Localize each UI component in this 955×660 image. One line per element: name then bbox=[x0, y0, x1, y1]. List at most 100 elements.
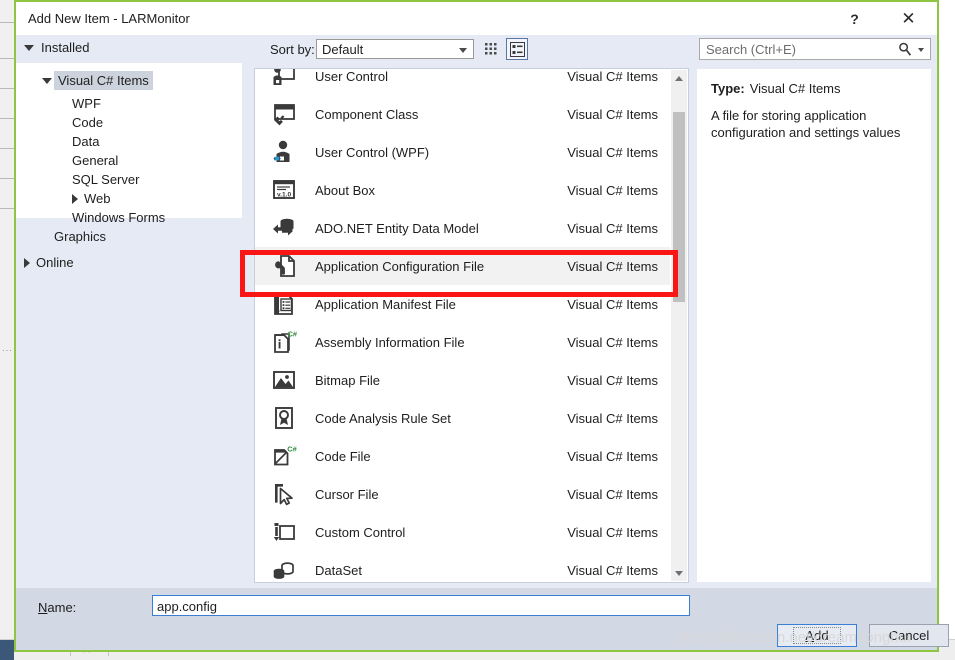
search-input[interactable]: Search (Ctrl+E) bbox=[699, 38, 931, 60]
tree-item-sql-server[interactable]: SQL Server bbox=[72, 170, 139, 189]
scroll-down-button[interactable] bbox=[671, 565, 687, 581]
tree-item-wpf[interactable]: WPF bbox=[72, 94, 101, 113]
chevron-down-icon bbox=[459, 48, 467, 53]
bitmap-file-icon bbox=[269, 365, 299, 395]
name-label: Name: bbox=[38, 600, 76, 615]
list-view-button[interactable] bbox=[506, 38, 528, 60]
chevron-right-icon[interactable] bbox=[72, 194, 78, 204]
template-name: User Control bbox=[315, 69, 567, 84]
tree-item-label: Data bbox=[72, 132, 99, 151]
template-list-item[interactable]: Code Analysis Rule SetVisual C# Items bbox=[255, 399, 670, 437]
template-list: User ControlVisual C# ItemsComponent Cla… bbox=[254, 68, 689, 583]
details-pane: Type:Visual C# Items A file for storing … bbox=[693, 63, 937, 588]
template-list-item[interactable]: Bitmap FileVisual C# Items bbox=[255, 361, 670, 399]
tree-item-online[interactable]: Online bbox=[24, 253, 74, 272]
template-list-item[interactable]: C# Assembly Information FileVisual C# Ite… bbox=[255, 323, 670, 361]
template-name: Code File bbox=[315, 449, 567, 464]
help-button[interactable]: ? bbox=[832, 2, 877, 35]
cursor-file-icon bbox=[269, 479, 299, 509]
details-type-value: Visual C# Items bbox=[750, 81, 841, 96]
tree-item-data[interactable]: Data bbox=[72, 132, 99, 151]
template-category: Visual C# Items bbox=[567, 335, 658, 350]
name-label-accel: N bbox=[38, 600, 47, 615]
sort-by-select[interactable]: Default bbox=[316, 39, 474, 59]
dialog-title: Add New Item - LARMonitor bbox=[28, 11, 190, 26]
rule-set-icon bbox=[269, 403, 299, 433]
template-name: Bitmap File bbox=[315, 373, 567, 388]
user-control-icon bbox=[269, 68, 299, 91]
template-list-item[interactable]: Cursor FileVisual C# Items bbox=[255, 475, 670, 513]
template-list-item[interactable]: User ControlVisual C# Items bbox=[255, 68, 670, 95]
scrollbar-thumb[interactable] bbox=[673, 112, 685, 302]
dataset-icon bbox=[269, 555, 299, 583]
template-name: Custom Control bbox=[315, 525, 567, 540]
chevron-down-icon bbox=[675, 571, 683, 576]
template-name: Cursor File bbox=[315, 487, 567, 502]
template-category: Visual C# Items bbox=[567, 373, 658, 388]
svg-text:C#: C# bbox=[288, 329, 297, 338]
tree-item-label: SQL Server bbox=[72, 170, 139, 189]
assembly-info-file-icon: C# bbox=[269, 327, 299, 357]
list-view-icon bbox=[510, 42, 525, 57]
tree-item-general[interactable]: General bbox=[72, 151, 118, 170]
template-list-item[interactable]: Application Configuration FileVisual C# … bbox=[255, 247, 670, 285]
sort-by-value: Default bbox=[322, 42, 363, 57]
svg-text:C#: C# bbox=[287, 445, 296, 454]
tree-item-label: Web bbox=[84, 189, 111, 208]
small-icons-view-icon bbox=[484, 42, 498, 56]
close-button[interactable]: ✕ bbox=[886, 2, 931, 35]
template-category: Visual C# Items bbox=[567, 107, 658, 122]
tree-item-label: General bbox=[72, 151, 118, 170]
template-name: Application Manifest File bbox=[315, 297, 567, 312]
template-category: Visual C# Items bbox=[567, 69, 658, 84]
template-category: Visual C# Items bbox=[567, 145, 658, 160]
template-category: Visual C# Items bbox=[567, 259, 658, 274]
template-list-item[interactable]: Component ClassVisual C# Items bbox=[255, 95, 670, 133]
dialog-title-bar: Add New Item - LARMonitor ? ✕ bbox=[16, 2, 937, 35]
template-list-item[interactable]: ADO.NET Entity Data ModelVisual C# Items bbox=[255, 209, 670, 247]
chevron-down-icon[interactable] bbox=[42, 78, 52, 84]
vs-gutter-dots: ··· bbox=[2, 345, 13, 355]
template-list-item[interactable]: v.1.0 About BoxVisual C# Items bbox=[255, 171, 670, 209]
dialog-body: Visual C# Items WPFCodeDataGeneralSQL Ser… bbox=[16, 63, 937, 588]
vs-left-gutter: ··· bbox=[0, 0, 15, 660]
template-name: User Control (WPF) bbox=[315, 145, 567, 160]
name-input[interactable] bbox=[152, 595, 690, 616]
template-list-rows: User ControlVisual C# ItemsComponent Cla… bbox=[255, 68, 670, 583]
tree-item-visual-c-items[interactable]: Visual C# Items bbox=[42, 71, 153, 90]
tree-item-label: Windows Forms bbox=[72, 208, 165, 227]
scroll-up-button[interactable] bbox=[671, 70, 687, 86]
template-category: Visual C# Items bbox=[567, 487, 658, 502]
chevron-down-icon[interactable] bbox=[918, 48, 924, 52]
entity-data-model-icon bbox=[269, 213, 299, 243]
component-class-icon bbox=[269, 99, 299, 129]
details-description: A file for storing application configura… bbox=[711, 107, 917, 141]
tree-item-label: Graphics bbox=[54, 227, 106, 246]
small-icons-view-button[interactable] bbox=[480, 38, 502, 60]
details-content: Type:Visual C# Items A file for storing … bbox=[697, 69, 931, 582]
template-list-item[interactable]: C#Code FileVisual C# Items bbox=[255, 437, 670, 475]
code-file-icon: C# bbox=[269, 441, 299, 471]
category-tree-pane: Visual C# Items WPFCodeDataGeneralSQL Ser… bbox=[16, 63, 242, 588]
template-category: Visual C# Items bbox=[567, 183, 658, 198]
template-name: Application Configuration File bbox=[315, 259, 567, 274]
tree-item-web[interactable]: Web bbox=[72, 189, 111, 208]
tree-item-graphics[interactable]: Graphics bbox=[54, 227, 106, 246]
tree-root-installed[interactable]: Installed bbox=[24, 40, 89, 55]
tree-item-code[interactable]: Code bbox=[72, 113, 103, 132]
chevron-right-icon[interactable] bbox=[24, 258, 30, 268]
template-list-item[interactable]: DataSetVisual C# Items bbox=[255, 551, 670, 583]
vs-corner-block bbox=[0, 640, 14, 660]
svg-text:v.1.0: v.1.0 bbox=[277, 191, 292, 198]
template-name: DataSet bbox=[315, 563, 567, 578]
template-name: About Box bbox=[315, 183, 567, 198]
template-list-item[interactable]: Application Manifest FileVisual C# Items bbox=[255, 285, 670, 323]
tree-item-label: Online bbox=[36, 253, 74, 272]
template-list-item[interactable]: User Control (WPF)Visual C# Items bbox=[255, 133, 670, 171]
template-list-item[interactable]: Custom ControlVisual C# Items bbox=[255, 513, 670, 551]
template-name: Assembly Information File bbox=[315, 335, 567, 350]
template-list-scrollbar[interactable] bbox=[671, 70, 687, 581]
tree-item-windows-forms[interactable]: Windows Forms bbox=[72, 208, 165, 227]
template-name: ADO.NET Entity Data Model bbox=[315, 221, 567, 236]
dialog-toolbar: Installed Sort by: Default bbox=[16, 35, 937, 63]
